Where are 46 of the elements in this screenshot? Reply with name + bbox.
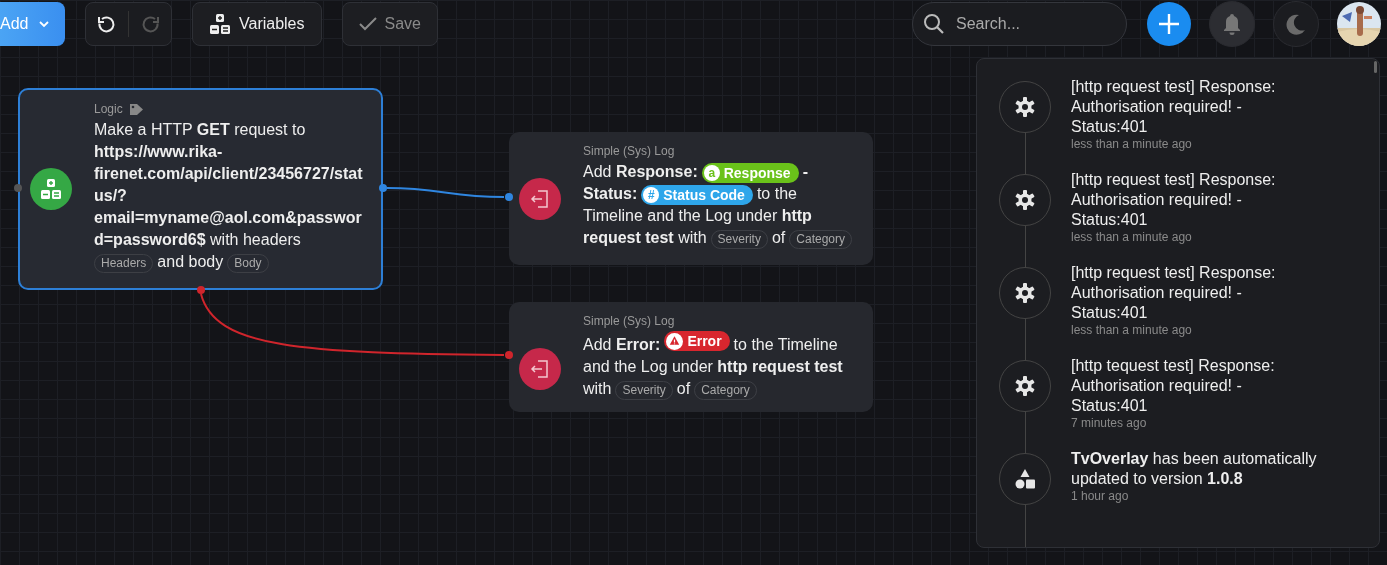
add-circle-button[interactable] xyxy=(1147,2,1191,46)
node-category: Simple (Sys) Log xyxy=(583,144,675,158)
notification-time: 7 minutes ago xyxy=(1071,416,1148,430)
notification-message: [http request test] Response: Authorisation required! - Status:401 xyxy=(1071,263,1277,323)
variables-circle-icon xyxy=(30,168,72,210)
search-icon xyxy=(923,13,945,35)
tag-icon xyxy=(128,102,144,116)
variables-button[interactable]: Variables xyxy=(192,2,322,46)
gear-icon xyxy=(999,174,1051,226)
check-icon xyxy=(358,17,377,31)
notification-time: less than a minute ago xyxy=(1071,323,1193,337)
moon-icon xyxy=(1285,13,1307,35)
warning-icon xyxy=(666,332,684,350)
bell-icon xyxy=(1222,13,1242,35)
dark-mode-button[interactable] xyxy=(1273,1,1319,47)
notifications-button[interactable] xyxy=(1209,1,1255,47)
undo-icon[interactable] xyxy=(96,14,116,34)
node-text: Make a HTTP GET request to https://www.rika-firenet.com/api/client/23456727/status/?email=myname@aol.com&password=password6$ with headers Headers and body Body xyxy=(94,119,367,273)
variable-chip[interactable]: Error xyxy=(664,331,730,351)
gear-icon xyxy=(999,81,1051,133)
avatar[interactable] xyxy=(1337,2,1381,46)
input-port[interactable] xyxy=(505,193,513,201)
exit-circle-icon xyxy=(519,178,561,220)
notification-time: less than a minute ago xyxy=(1071,137,1193,151)
input-port[interactable] xyxy=(505,351,513,359)
exit-circle-icon xyxy=(519,348,561,390)
notification-message: [http request test] Response: Authorisation required! - Status:401 xyxy=(1071,77,1277,137)
node-text: Add Error: Error to the Timeline and the Log under http request test with Severity of Category xyxy=(583,331,859,400)
plus-icon xyxy=(1158,13,1180,35)
notification-message: TvOverlay has been automatically updated to version 1.0.8 xyxy=(1071,449,1318,489)
caret-icon xyxy=(38,20,51,28)
node-category: Logic xyxy=(94,102,123,116)
input-port[interactable] xyxy=(14,184,22,192)
flow-node-card[interactable]: Simple (Sys) Log Add Response: a Response - Status: # Status Code to the Timeline and the Log under http request test with Severity of Category xyxy=(509,132,873,265)
notification-time: less than a minute ago xyxy=(1071,230,1193,244)
flow-node-card[interactable]: Logic Make a HTTP GET request to https://www.rika-firenet.com/api/client/23456727/status/?email=myname@aol.com&password=password6$ with headers Headers and body Body xyxy=(18,88,383,290)
node-text: Add Response: a Response - Status: # Status Code to the Timeline and the Log under http request test with Severity of Category xyxy=(583,161,859,249)
variables-icon xyxy=(209,13,231,35)
notification-time: 1 hour ago xyxy=(1071,489,1130,503)
search-field[interactable]: Search... xyxy=(912,2,1127,46)
flow-node-card[interactable]: Simple (Sys) Log Add Error: Error to the Timeline and the Log under http request test with Severity of Category xyxy=(509,302,873,412)
notification-message: [http request test] Response: Authorisation required! - Status:401 xyxy=(1071,170,1277,230)
notification-message: [http tequest test] Response: Authorisation required! - Status:401 xyxy=(1071,356,1276,416)
error-port[interactable] xyxy=(197,286,205,294)
node-category: Simple (Sys) Log xyxy=(583,314,675,328)
output-port[interactable] xyxy=(379,184,387,192)
